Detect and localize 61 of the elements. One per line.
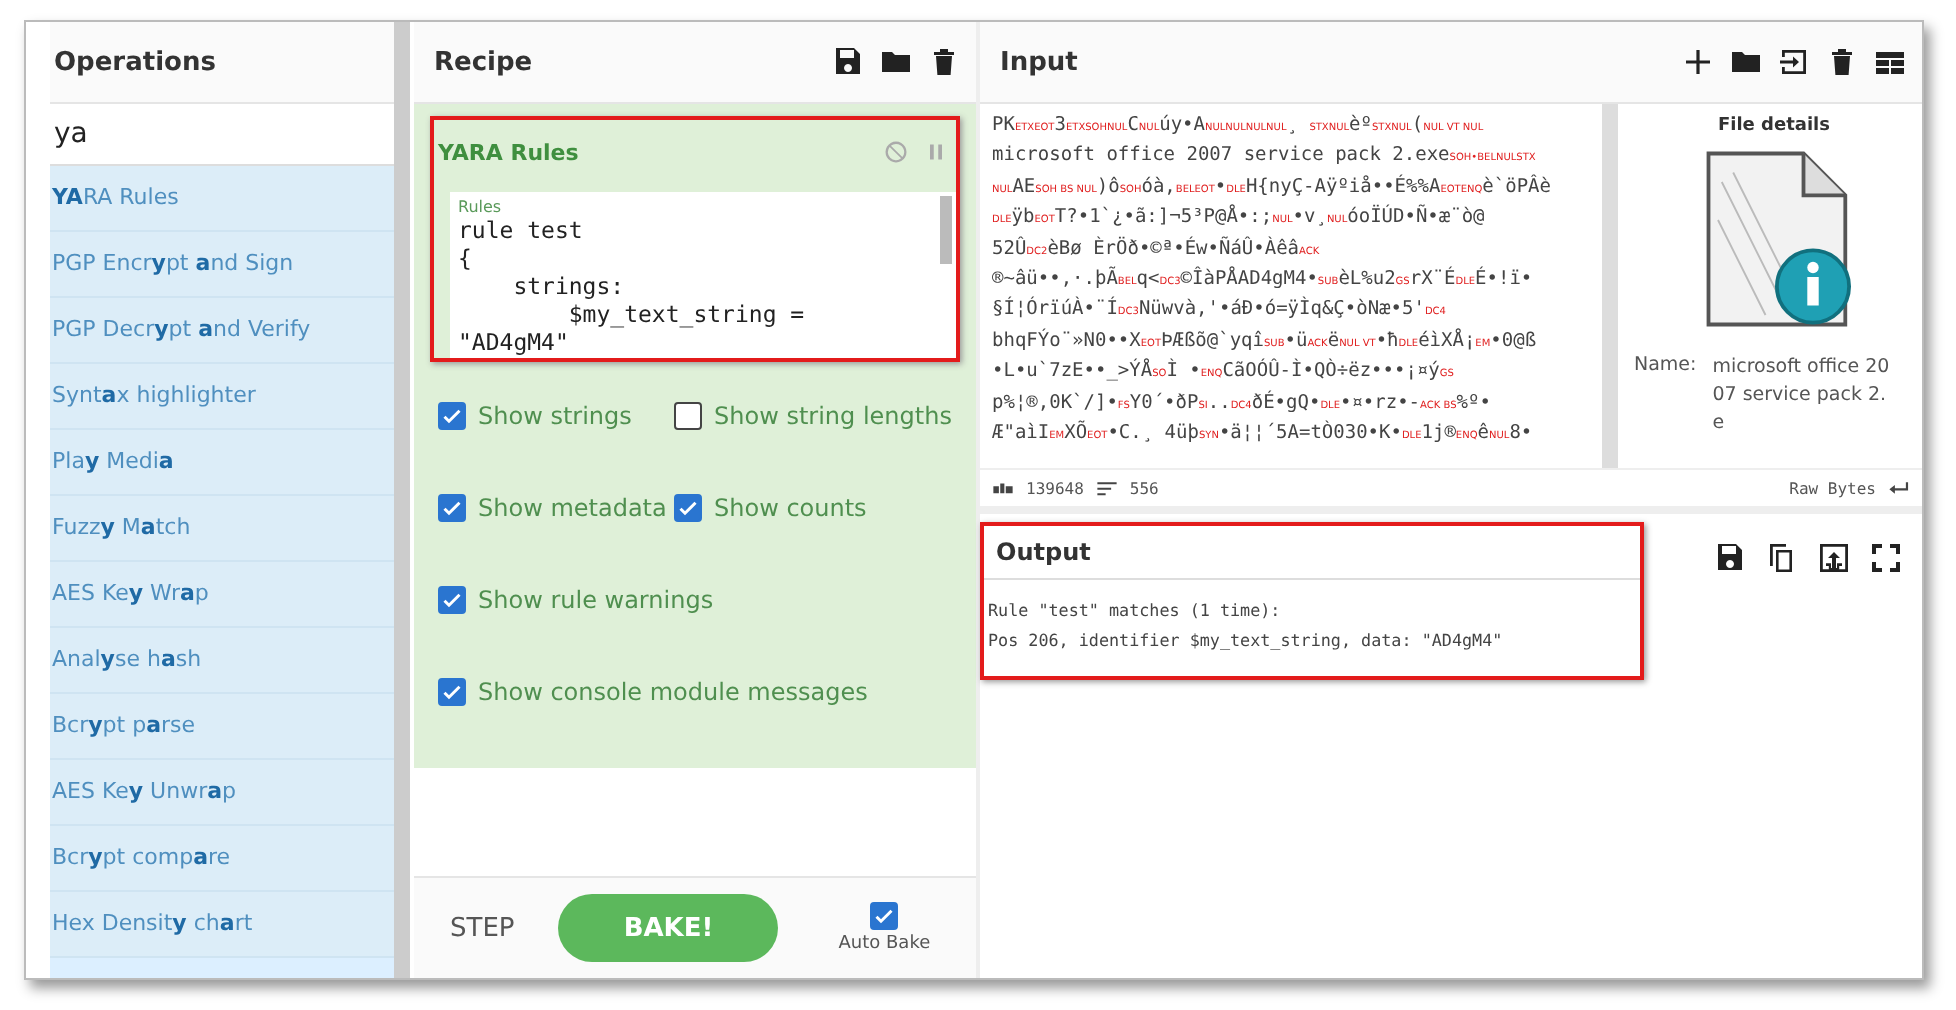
encoding-button[interactable]: Raw Bytes — [1789, 479, 1876, 497]
import-icon[interactable] — [1778, 46, 1810, 78]
folder-icon[interactable] — [880, 46, 912, 78]
checkbox-label: Show string lengths — [714, 402, 952, 430]
line-ending-icon[interactable] — [1888, 477, 1910, 499]
length-count: 139648 — [1026, 479, 1084, 497]
folder-icon[interactable] — [1730, 46, 1762, 78]
checkbox-label: Show counts — [714, 494, 867, 522]
panel-title: Operations — [54, 47, 216, 77]
output-text: Rule "test" matches (1 time): Pos 206, identifier $my_text_string, data: "AD4gM4" — [986, 598, 1505, 654]
operation-item[interactable]: AES Key Wrap — [50, 562, 394, 628]
step-button[interactable]: STEP — [450, 913, 515, 943]
bake-button[interactable]: BAKE! — [558, 894, 779, 962]
checkbox[interactable] — [438, 678, 466, 706]
lines-icon — [1095, 477, 1118, 499]
operation-item[interactable]: Hex Density chart — [50, 892, 394, 958]
auto-bake-checkbox[interactable] — [870, 902, 899, 930]
operation-item[interactable]: AES Key Unwrap — [50, 760, 394, 826]
field-label: Name: — [1634, 354, 1697, 380]
operation-item[interactable]: Bcrypt compare — [50, 826, 394, 892]
panel-title: Input — [1000, 47, 1078, 77]
rules-text: rule test { strings: $my_text_string = "AD4gM4" — [458, 216, 807, 356]
operation-item[interactable]: PGP Encrypt and Sign — [50, 232, 394, 298]
field-label: Rules — [458, 198, 504, 216]
file-name: microsoft office 2007 service pack 2.e — [1712, 354, 1892, 438]
operation-name: YARA Rules — [438, 139, 579, 165]
operation-item[interactable]: Analyse hash — [50, 628, 394, 694]
fullscreen-icon[interactable] — [1870, 542, 1902, 574]
trash-icon[interactable] — [1826, 46, 1858, 78]
line-count: 556 — [1129, 479, 1159, 497]
checkbox[interactable] — [674, 494, 702, 522]
add-icon[interactable] — [1682, 46, 1714, 78]
scrollbar[interactable] — [940, 196, 952, 264]
checkbox-label: Show strings — [478, 402, 632, 430]
save-icon[interactable] — [832, 46, 864, 78]
checkbox[interactable] — [674, 402, 702, 430]
operation-item[interactable]: Syntax highlighter — [50, 364, 394, 430]
layout-icon[interactable] — [1874, 46, 1906, 78]
search-field[interactable]: ya — [50, 104, 394, 166]
panel-title: Recipe — [434, 47, 533, 77]
operation-item[interactable]: PGP Decrypt and Verify — [50, 298, 394, 364]
checkbox-label: Show console module messages — [478, 678, 868, 706]
panel-title: Output — [984, 526, 1640, 580]
file-details-title: File details — [1717, 116, 1830, 136]
checkbox-label: Auto Bake — [838, 934, 931, 954]
operation-item[interactable]: YARA Rules — [50, 166, 394, 232]
trash-icon[interactable] — [928, 46, 960, 78]
scrollbar[interactable] — [1602, 104, 1618, 468]
operation-item[interactable]: Bcrypt parse — [50, 694, 394, 760]
rules-field[interactable]: Rules rule test { strings: $my_text_string = "AD4gM4" — [450, 192, 956, 358]
operation-item[interactable]: Play Media — [50, 430, 394, 496]
save-icon[interactable] — [1714, 542, 1746, 574]
scrollbar[interactable] — [394, 22, 410, 978]
checkbox-label: Show metadata — [478, 494, 667, 522]
operation-item[interactable]: Fuzzy Match — [50, 496, 394, 562]
copy-icon[interactable] — [1766, 542, 1798, 574]
checkbox[interactable] — [438, 494, 466, 522]
checkbox[interactable] — [438, 402, 466, 430]
checkbox-label: Show rule warnings — [478, 586, 714, 614]
replace-input-icon[interactable] — [1818, 542, 1850, 574]
checkbox[interactable] — [438, 586, 466, 614]
